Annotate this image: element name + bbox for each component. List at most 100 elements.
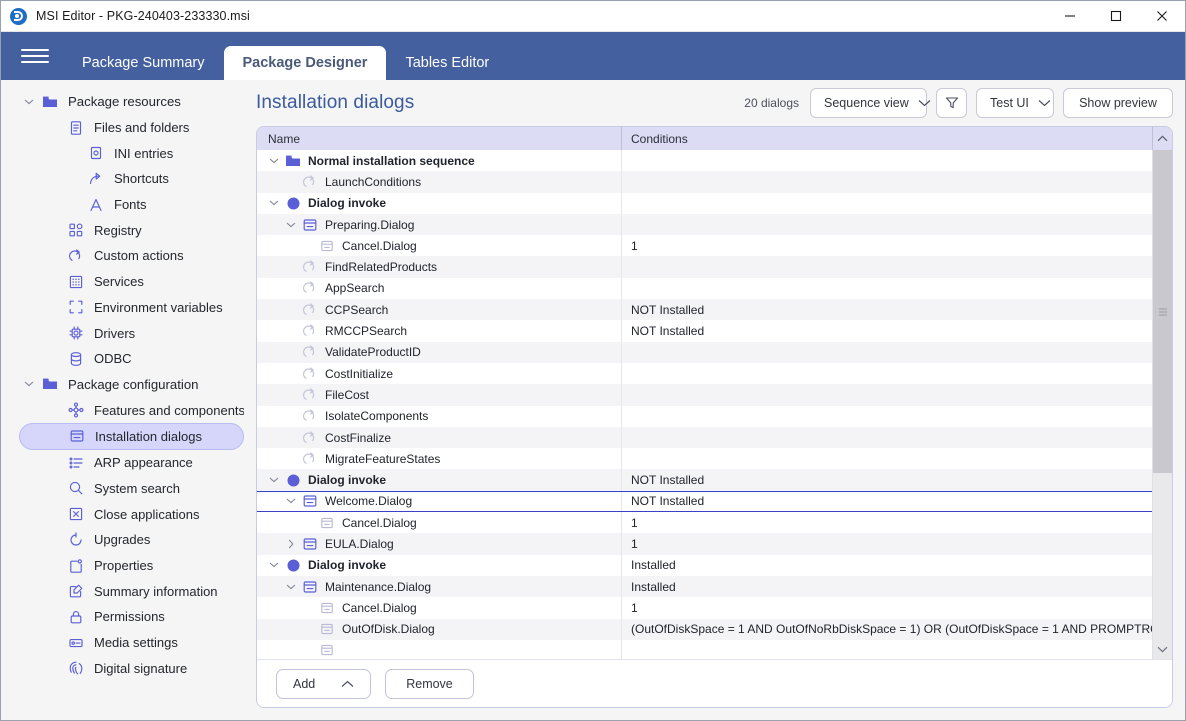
sidebar-item-services[interactable]: Services xyxy=(19,269,244,295)
body: Package resources Files and folders INI en… xyxy=(1,80,1185,720)
table-row[interactable]: FileCost xyxy=(257,384,1152,406)
scrollbar-thumb[interactable] xyxy=(1152,150,1172,474)
cell-name: OutOfDisk.Dialog xyxy=(257,621,621,637)
tab-tables-editor[interactable]: Tables Editor xyxy=(386,46,508,80)
row-name-label: FindRelatedProducts xyxy=(325,260,438,275)
cell-name: Cancel.Dialog xyxy=(257,515,621,531)
hamburger-icon[interactable] xyxy=(21,45,49,67)
sidebar-item-permissions[interactable]: Permissions xyxy=(19,604,244,630)
view-mode-select[interactable]: Sequence view xyxy=(810,88,931,118)
show-preview-button[interactable]: Show preview xyxy=(1063,88,1173,118)
fingerprint-icon xyxy=(65,659,87,677)
table-row[interactable]: Cancel.Dialog 1 xyxy=(257,512,1152,534)
chevron-down-icon[interactable] xyxy=(265,200,283,206)
driver-icon xyxy=(65,324,87,342)
sidebar-item-upgrades[interactable]: Upgrades xyxy=(19,527,244,553)
chevron-down-icon[interactable] xyxy=(282,222,300,228)
maximize-button[interactable] xyxy=(1093,1,1139,32)
dialog-count: 20 dialogs xyxy=(744,96,799,110)
sidebar-item-close-applications[interactable]: Close applications xyxy=(19,501,244,527)
sidebar-item-system-search[interactable]: System search xyxy=(19,476,244,502)
table-row[interactable]: LaunchConditions xyxy=(257,171,1152,193)
cell-name: FindRelatedProducts xyxy=(257,259,621,275)
close-button[interactable] xyxy=(1139,1,1185,32)
chevron-down-icon[interactable] xyxy=(265,158,283,164)
sidebar-item-shortcuts[interactable]: Shortcuts xyxy=(19,166,244,192)
table-row[interactable]: Normal installation sequence xyxy=(257,150,1152,172)
vertical-scrollbar[interactable] xyxy=(1152,150,1172,659)
sidebar-item-environment-variables[interactable]: Environment variables xyxy=(19,295,244,321)
close-box-icon xyxy=(65,505,87,523)
scroll-up-arrow[interactable] xyxy=(1152,127,1172,150)
chevron-down-icon[interactable] xyxy=(282,584,300,590)
cell-name: Dialog invoke xyxy=(257,472,621,488)
scrollbar-track[interactable] xyxy=(1152,150,1172,640)
dialog-icon xyxy=(300,217,320,233)
cell-conditions: NOT Installed xyxy=(631,473,705,488)
column-header-name[interactable]: Name xyxy=(257,132,621,146)
chevron-down-icon[interactable] xyxy=(282,498,300,504)
sidebar-item-label: Close applications xyxy=(94,506,200,522)
table-row[interactable]: AppSearch xyxy=(257,277,1152,300)
column-header-conditions[interactable]: Conditions xyxy=(622,132,1152,146)
sidebar-item-media-settings[interactable]: Media settings xyxy=(19,630,244,656)
chevron-right-icon[interactable] xyxy=(282,539,300,549)
minimize-button[interactable] xyxy=(1047,1,1093,32)
table-row[interactable]: Welcome.Dialog NOT Installed xyxy=(257,490,1152,513)
sidebar-item-features-and-components[interactable]: Features and components xyxy=(19,397,244,423)
table-row[interactable]: Cancel.Dialog 1 xyxy=(257,597,1152,619)
table-row[interactable]: Dialog invoke NOT Installed xyxy=(257,469,1152,491)
table-row[interactable]: CCPSearch NOT Installed xyxy=(257,299,1152,321)
sidebar-item-properties[interactable]: Properties xyxy=(19,553,244,579)
cell-conditions: Installed xyxy=(631,579,676,594)
sidebar-item-package-configuration[interactable]: Package configuration xyxy=(19,372,244,398)
table-row[interactable]: Dialog invoke xyxy=(257,192,1152,214)
sidebar-item-registry[interactable]: Registry xyxy=(19,217,244,243)
test-ui-button[interactable]: Test UI xyxy=(976,88,1054,118)
sidebar-item-fonts[interactable]: Fonts xyxy=(19,192,244,218)
add-button[interactable]: Add xyxy=(276,668,371,699)
row-column-divider xyxy=(621,256,622,278)
sidebar-item-files-and-folders[interactable]: Files and folders xyxy=(19,115,244,141)
table-row[interactable]: RMCCPSearch NOT Installed xyxy=(257,320,1152,342)
sidebar-item-arp-appearance[interactable]: ARP appearance xyxy=(19,450,244,476)
sidebar-item-ini-entries[interactable]: INI entries xyxy=(19,140,244,166)
table-row[interactable]: ValidateProductID xyxy=(257,341,1152,363)
table-row[interactable]: CostFinalize xyxy=(257,426,1152,449)
sidebar-item-label: Shortcuts xyxy=(114,171,169,187)
chevron-down-icon[interactable] xyxy=(19,99,39,105)
dialog-icon xyxy=(66,427,88,445)
table-row[interactable]: Maintenance.Dialog Installed xyxy=(257,575,1152,598)
table-row[interactable]: Preparing.Dialog xyxy=(257,213,1152,236)
tab-package-summary[interactable]: Package Summary xyxy=(63,46,224,80)
remove-button[interactable]: Remove xyxy=(385,668,474,699)
cell-name: ValidateProductID xyxy=(257,344,621,360)
scroll-down-arrow[interactable] xyxy=(1153,640,1173,659)
filter-button[interactable] xyxy=(936,88,967,118)
table-row[interactable]: OutOfDisk.Dialog (OutOfDiskSpace = 1 AND … xyxy=(257,618,1152,640)
chevron-down-icon[interactable] xyxy=(19,381,39,387)
row-name-label: Dialog invoke xyxy=(308,196,387,211)
sidebar-item-package-resources[interactable]: Package resources xyxy=(19,89,244,115)
table-row[interactable]: Dialog invoke Installed xyxy=(257,554,1152,576)
tab-package-designer[interactable]: Package Designer xyxy=(223,46,387,80)
table-row[interactable]: EULA.Dialog 1 xyxy=(257,533,1152,555)
table-row[interactable]: CostInitialize xyxy=(257,362,1152,385)
table-row[interactable]: FindRelatedProducts xyxy=(257,256,1152,278)
sidebar-item-odbc[interactable]: ODBC xyxy=(19,346,244,372)
sidebar-item-installation-dialogs[interactable]: Installation dialogs xyxy=(19,422,244,450)
action-icon xyxy=(300,408,320,424)
table-row[interactable]: IsolateComponents xyxy=(257,405,1152,427)
cell-name: FileCost xyxy=(257,387,621,403)
sidebar-item-drivers[interactable]: Drivers xyxy=(19,320,244,346)
folder-icon xyxy=(39,93,61,111)
sidebar-item-custom-actions[interactable]: Custom actions xyxy=(19,243,244,269)
chevron-down-icon[interactable] xyxy=(265,477,283,483)
tab-bar: Package Summary Package Designer Tables … xyxy=(63,32,508,80)
chevron-down-icon[interactable] xyxy=(265,562,283,568)
table-row[interactable]: Cancel.Dialog 1 xyxy=(257,235,1152,257)
sidebar-item-digital-signature[interactable]: Digital signature xyxy=(19,655,244,681)
table-row[interactable]: MigrateFeatureStates xyxy=(257,448,1152,470)
table-row[interactable] xyxy=(257,639,1152,659)
sidebar-item-summary-information[interactable]: Summary information xyxy=(19,578,244,604)
